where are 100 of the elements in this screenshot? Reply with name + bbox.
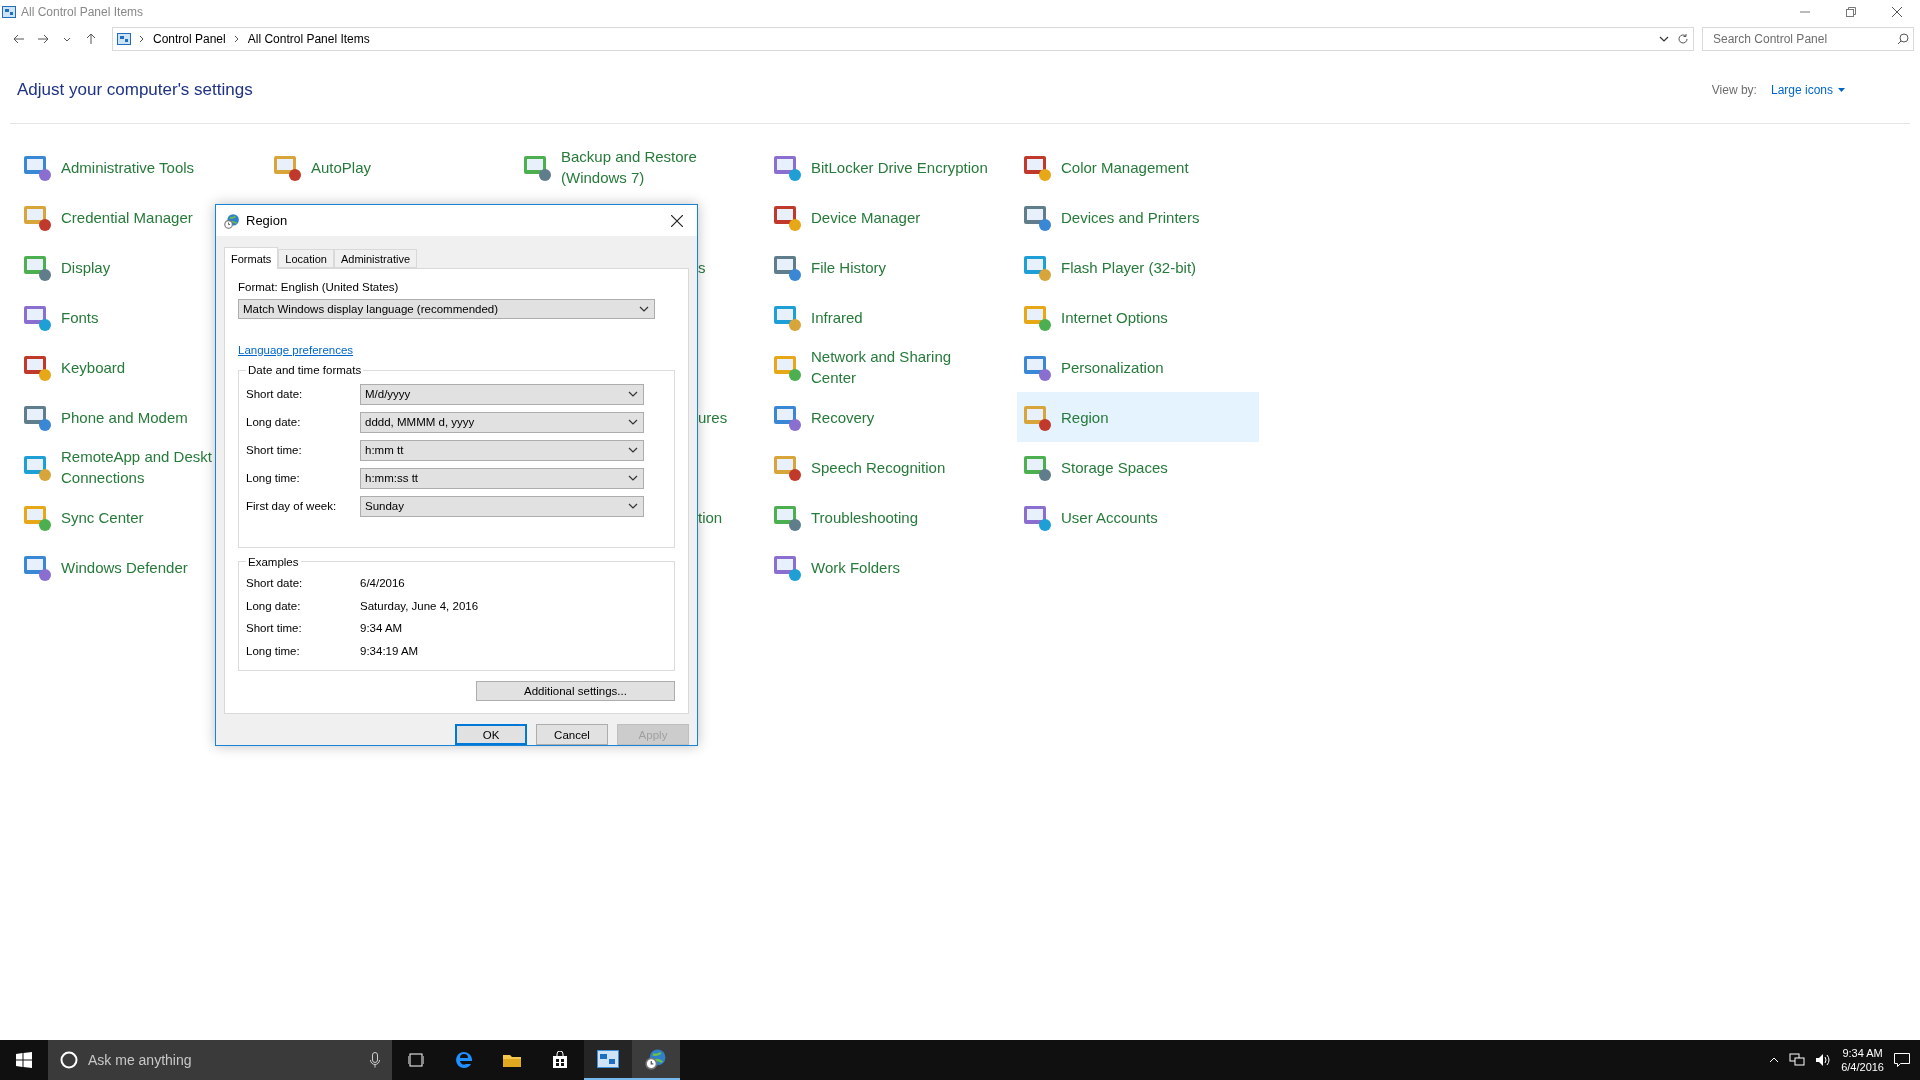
settings-item[interactable]: Flash Player (32-bit) xyxy=(1017,242,1259,292)
format-label: Format: English (United States) xyxy=(238,281,400,293)
window-title: All Control Panel Items xyxy=(21,5,144,19)
field-label: Long time: xyxy=(246,644,301,657)
dialog-button[interactable]: Cancel xyxy=(536,724,608,745)
chevron-right-icon xyxy=(139,35,145,43)
settings-item[interactable]: File History xyxy=(767,242,1009,292)
settings-item[interactable]: Administrative Tools xyxy=(17,142,259,192)
group-title: Examples xyxy=(247,555,300,568)
settings-item[interactable]: User Accounts xyxy=(1017,492,1259,542)
refresh-icon xyxy=(1677,33,1689,45)
field-label: Long date: xyxy=(246,416,302,429)
shopping-bag-icon xyxy=(551,1051,569,1069)
settings-item[interactable]: Backup and Restore (Windows 7) xyxy=(517,142,759,192)
globe-clock-icon xyxy=(645,1048,667,1070)
taskbar-app-button[interactable] xyxy=(632,1040,680,1080)
chevron-down-icon xyxy=(628,503,638,510)
example-value: Saturday, June 4, 2016 xyxy=(360,599,479,612)
globe-clock-icon xyxy=(224,212,240,229)
language-preferences-link[interactable]: Language preferences xyxy=(238,343,354,356)
example-value: 6/4/2016 xyxy=(360,577,405,590)
up-arrow-icon xyxy=(86,33,96,45)
settings-item[interactable]: Work Folders xyxy=(767,542,1009,592)
page-heading: Adjust your computer's settings xyxy=(17,80,253,100)
format-dropdown[interactable]: h:mm tt xyxy=(360,439,644,461)
tab[interactable]: Formats xyxy=(224,247,279,269)
clock-date: 6/4/2016 xyxy=(1841,1060,1884,1074)
settings-item[interactable]: Network and Sharing Center xyxy=(767,342,1009,392)
format-dropdown[interactable]: dddd, MMMM d, yyyy xyxy=(360,411,644,433)
format-dropdown[interactable]: Match Windows display language (recommended) xyxy=(238,298,655,319)
item-label[interactable]: tion xyxy=(698,506,723,528)
field-label: Short date: xyxy=(246,577,304,590)
chevron-down-icon xyxy=(63,36,71,42)
close-icon xyxy=(671,214,683,227)
address-bar[interactable]: Control Panel All Control Panel Items xyxy=(112,27,1694,51)
settings-item[interactable]: Speech Recognition xyxy=(767,442,1009,492)
taskbar-search-field[interactable]: Ask me anything xyxy=(86,1051,362,1069)
clock-time: 9:34 AM xyxy=(1842,1046,1883,1060)
example-value: 9:34 AM xyxy=(360,622,403,635)
tab[interactable]: Location xyxy=(278,249,334,268)
field-label: Long time: xyxy=(246,472,301,485)
view-by-label: View by: xyxy=(1711,83,1757,97)
chevron-down-icon xyxy=(628,475,638,482)
chevron-up-icon xyxy=(1769,1057,1780,1063)
search-circle-icon xyxy=(60,1051,78,1069)
field-label: First day of week: xyxy=(246,500,338,513)
settings-item[interactable]: Region xyxy=(1017,392,1259,442)
field-label: Short time: xyxy=(246,444,303,457)
chevron-down-icon xyxy=(628,391,638,398)
back-arrow-icon xyxy=(13,34,25,44)
item-label[interactable]: s xyxy=(698,256,706,278)
task-view-icon xyxy=(408,1053,424,1067)
close-icon xyxy=(1892,7,1902,17)
settings-item[interactable]: Personalization xyxy=(1017,342,1259,392)
settings-item[interactable]: Troubleshooting xyxy=(767,492,1009,542)
settings-item[interactable]: AutoPlay xyxy=(267,142,509,192)
settings-item[interactable]: Storage Spaces xyxy=(1017,442,1259,492)
notifications-icon xyxy=(1894,1053,1910,1067)
volume-icon xyxy=(1815,1053,1832,1067)
field-label: Short date: xyxy=(246,388,304,401)
item-label[interactable]: ures xyxy=(698,406,728,428)
breadcrumb-item[interactable]: All Control Panel Items xyxy=(247,32,370,46)
control-panel-icon xyxy=(117,33,131,45)
field-label: Short time: xyxy=(246,622,303,635)
settings-item[interactable]: Internet Options xyxy=(1017,292,1259,342)
search-box[interactable]: Search Control Panel xyxy=(1702,27,1914,51)
breadcrumb-item[interactable]: Control Panel xyxy=(153,32,226,46)
settings-item[interactable]: Infrared xyxy=(767,292,1009,342)
settings-item[interactable]: BitLocker Drive Encryption xyxy=(767,142,1009,192)
chevron-down-icon xyxy=(628,419,638,426)
dialog-title: Region xyxy=(246,213,288,228)
chevron-right-icon xyxy=(233,35,240,43)
control-panel-icon xyxy=(597,1050,619,1068)
example-value: 9:34:19 AM xyxy=(360,644,419,657)
tab[interactable]: Administrative xyxy=(333,249,417,268)
windows-logo-icon xyxy=(16,1052,32,1068)
chevron-down-icon xyxy=(1659,36,1669,42)
format-dropdown[interactable]: Sunday xyxy=(360,495,644,517)
taskbar-app-button[interactable] xyxy=(584,1040,632,1080)
restore-icon xyxy=(1846,7,1856,17)
settings-item[interactable]: Recovery xyxy=(767,392,1009,442)
chevron-down-icon xyxy=(639,305,649,312)
microphone-icon xyxy=(370,1052,380,1068)
settings-item[interactable]: Devices and Printers xyxy=(1017,192,1259,242)
taskbar-search-box[interactable]: Ask me anything xyxy=(48,1040,392,1080)
folder-icon xyxy=(502,1052,522,1068)
settings-item[interactable]: Device Manager xyxy=(767,192,1009,242)
caret-down-icon xyxy=(1838,88,1845,92)
network-icon xyxy=(1789,1053,1806,1067)
format-dropdown[interactable]: h:mm:ss tt xyxy=(360,467,644,489)
search-icon xyxy=(1897,33,1909,45)
field-label: Long date: xyxy=(246,599,302,612)
forward-arrow-icon xyxy=(37,34,49,44)
additional-settings-button[interactable]: Additional settings... xyxy=(476,680,675,701)
settings-item[interactable]: Color Management xyxy=(1017,142,1259,192)
chevron-down-icon xyxy=(628,447,638,454)
edge-icon xyxy=(454,1050,474,1070)
view-mode-link[interactable]: Large icons xyxy=(1770,83,1845,97)
dialog-button[interactable]: OK xyxy=(455,724,527,745)
format-dropdown[interactable]: M/d/yyyy xyxy=(360,383,644,405)
